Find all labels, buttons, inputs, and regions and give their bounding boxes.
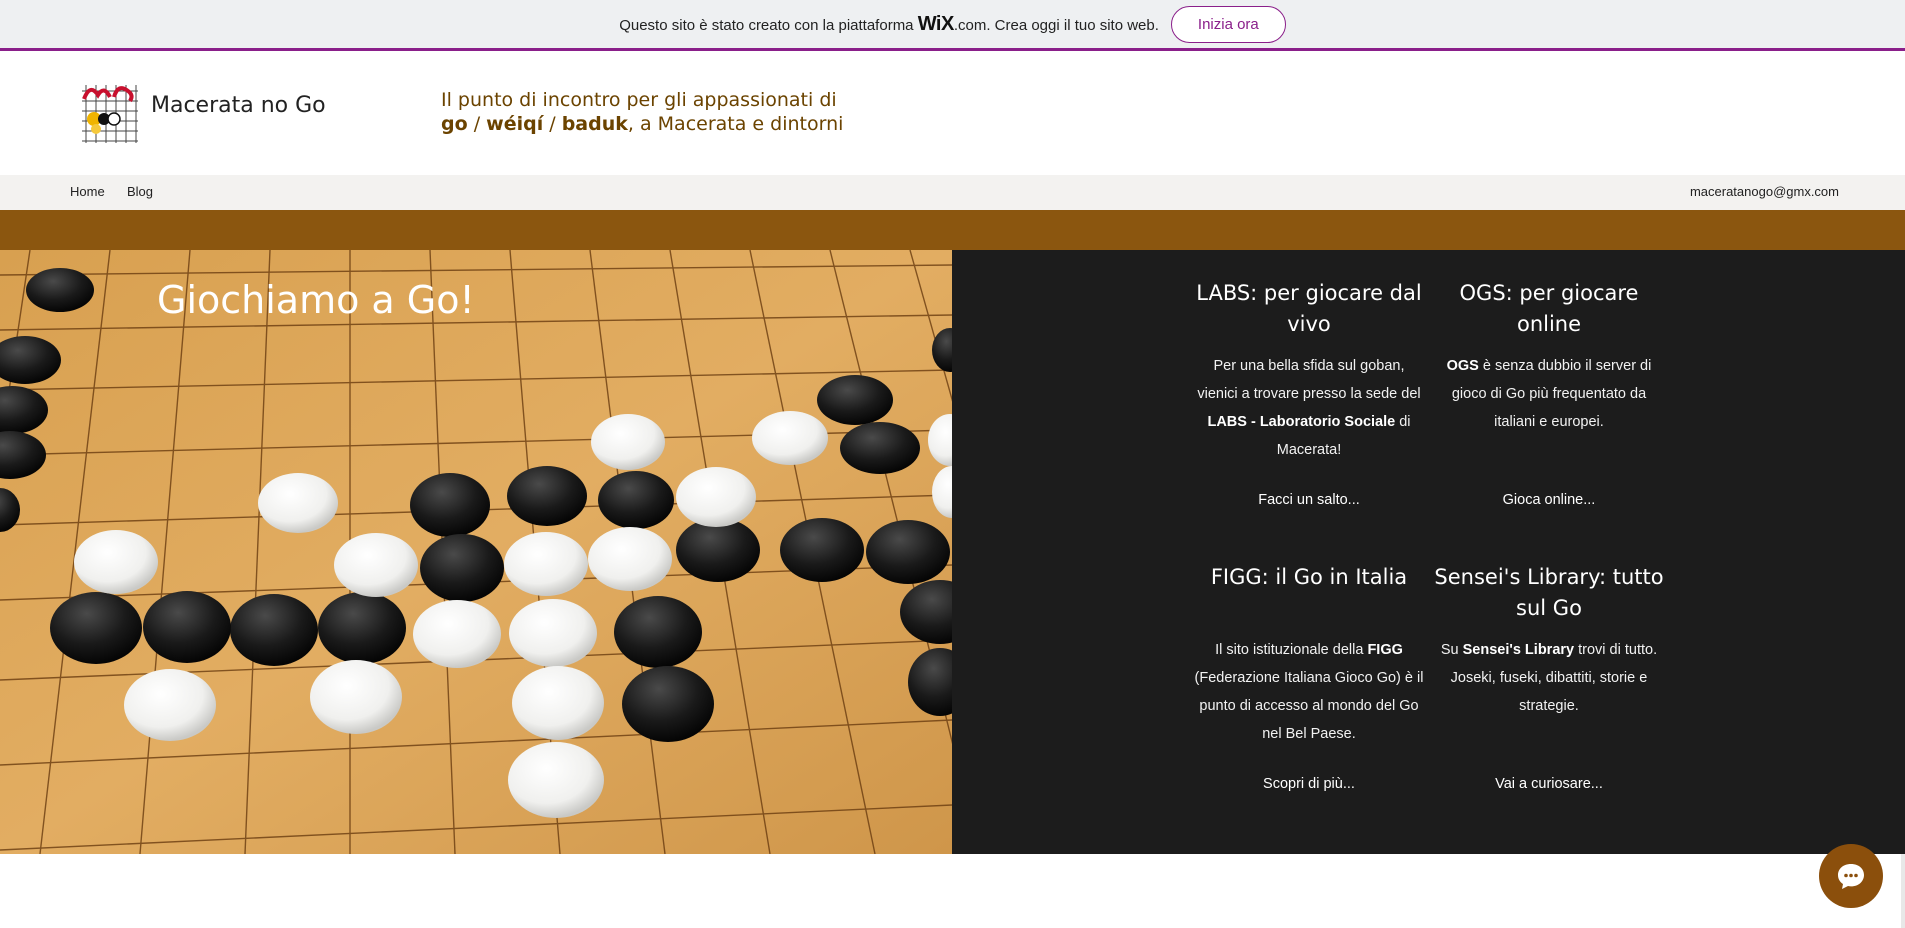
card-senseis-library: Sensei's Library: tutto sul Go Su Sensei… bbox=[1434, 562, 1664, 792]
tagline-line-1: Il punto di incontro per gli appassionat… bbox=[441, 89, 837, 111]
card-title: LABS: per giocare dal vivo bbox=[1196, 281, 1422, 336]
card-title: OGS: per giocare online bbox=[1459, 281, 1639, 336]
chat-bubble-icon bbox=[1838, 864, 1864, 889]
tagline-weiqi: wéiqí bbox=[486, 113, 544, 135]
start-now-button[interactable]: Inizia ora bbox=[1170, 5, 1286, 43]
main-nav: Home Blog maceratanogo@gmx.com bbox=[0, 175, 1905, 210]
site-tagline: Il punto di incontro per gli appassionat… bbox=[441, 88, 843, 136]
card-text: Il sito istituzionale della FIGG (Federa… bbox=[1194, 642, 1424, 742]
hero-title: Giochiamo a Go! bbox=[157, 278, 475, 322]
card-link-ogs[interactable]: Gioca online... bbox=[1434, 492, 1664, 508]
card-text: Per una bella sfida sul goban, vienici a… bbox=[1197, 358, 1421, 458]
tagline-go: go bbox=[441, 113, 468, 135]
card-link-figg[interactable]: Scopri di più... bbox=[1194, 776, 1424, 792]
links-panel: LABS: per giocare dal vivo Per una bella… bbox=[952, 250, 1905, 854]
tagline-line-2: go / wéiqí / baduk, a Macerata e dintorn… bbox=[441, 113, 844, 135]
wix-promo-message: Questo sito è stato creato con la piatta… bbox=[619, 12, 1159, 35]
nav-item-blog[interactable]: Blog bbox=[127, 184, 153, 199]
card-link-labs[interactable]: Facci un salto... bbox=[1194, 492, 1424, 508]
site-name[interactable]: Macerata no Go bbox=[151, 93, 326, 118]
tagline-baduk: baduk bbox=[561, 113, 628, 135]
card-ogs: OGS: per giocare online OGS è senza dubb… bbox=[1434, 278, 1664, 508]
card-title: Sensei's Library: tutto sul Go bbox=[1434, 565, 1664, 620]
wix-logo: WiX bbox=[917, 12, 955, 35]
card-text: OGS è senza dubbio il server di gioco di… bbox=[1446, 358, 1652, 430]
card-labs: LABS: per giocare dal vivo Per una bella… bbox=[1194, 278, 1424, 508]
card-figg: FIGG: il Go in Italia Il sito istituzion… bbox=[1194, 562, 1424, 792]
decorative-brown-strip bbox=[0, 210, 1905, 250]
chat-button[interactable] bbox=[1819, 844, 1883, 908]
card-link-senseis-library[interactable]: Vai a curiosare... bbox=[1434, 776, 1664, 792]
card-text: Su Sensei's Library trovi di tutto. Jose… bbox=[1440, 642, 1658, 714]
go-board-photo bbox=[0, 250, 952, 854]
go-board-logo-icon[interactable] bbox=[80, 77, 140, 145]
contact-email-link[interactable]: maceratanogo@gmx.com bbox=[1690, 184, 1839, 199]
wix-promo-bar: Questo sito è stato creato con la piatta… bbox=[0, 0, 1905, 51]
nav-item-home[interactable]: Home bbox=[70, 184, 105, 199]
site-header: Macerata no Go Il punto di incontro per … bbox=[0, 51, 1905, 175]
card-title: FIGG: il Go in Italia bbox=[1210, 565, 1408, 589]
